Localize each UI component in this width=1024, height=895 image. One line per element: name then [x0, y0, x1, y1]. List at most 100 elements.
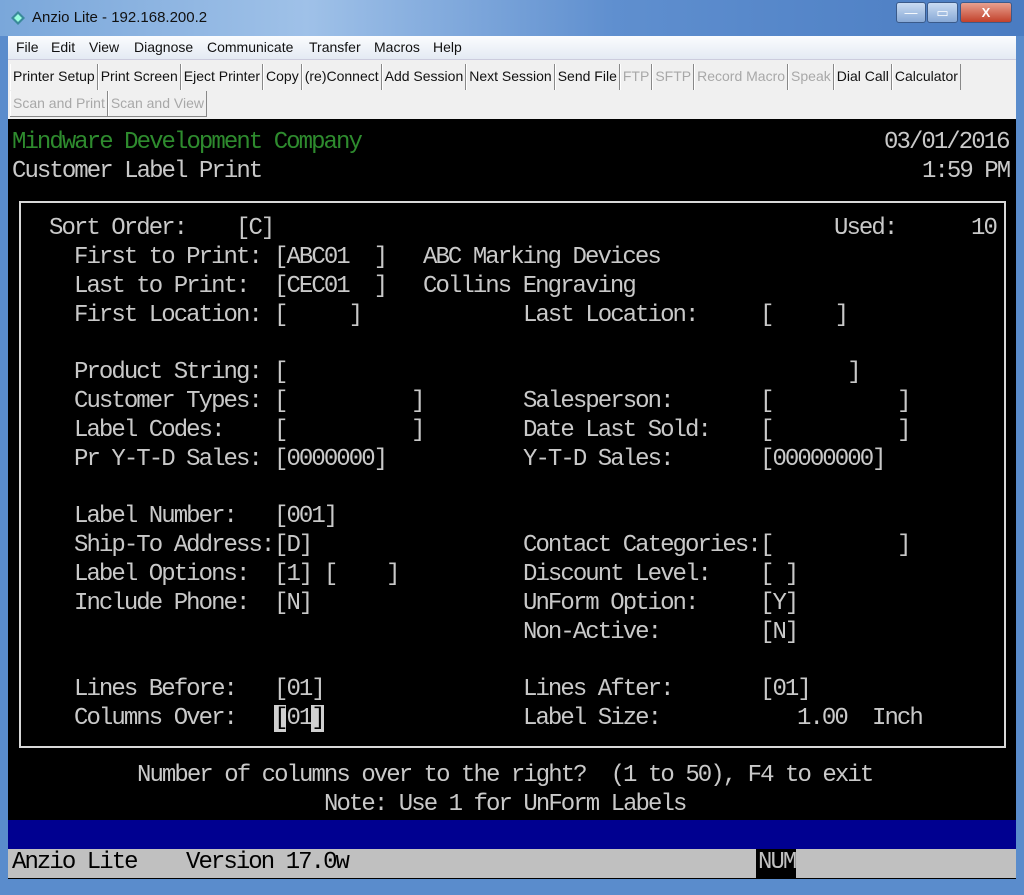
menu-help[interactable]: Help	[433, 39, 462, 55]
toolbar-print-screen-button[interactable]: Print Screen	[97, 64, 181, 90]
toolbar-row-1: Printer Setup Print Screen Eject Printer Co…	[10, 64, 961, 90]
unform-option-field[interactable]: [Y]	[760, 590, 799, 619]
toolbar-add-session-button[interactable]: Add Session	[381, 64, 467, 90]
toolbar-scan-and-print-button: Scan and Print	[10, 91, 108, 116]
toolbar-dial-call-button[interactable]: Dial Call	[833, 64, 892, 90]
discount-level-field[interactable]: [ ]	[760, 561, 799, 590]
toolbar: Printer Setup Print Screen Eject Printer Co…	[8, 60, 1016, 119]
ship-to-address-field[interactable]: [D]	[274, 532, 313, 561]
first-customer-name: ABC Marking Devices	[423, 244, 662, 271]
toolbar-calculator-button[interactable]: Calculator	[891, 64, 961, 90]
maximize-button[interactable]: ▭	[927, 2, 958, 23]
num-lock-indicator: NUM	[756, 849, 797, 878]
columns-over-label: Columns Over:	[74, 705, 238, 732]
last-location-label: Last Location:	[523, 302, 699, 329]
window-title: Anzio Lite - 192.168.200.2	[32, 9, 208, 26]
toolbar-printer-setup-button[interactable]: Printer Setup	[10, 64, 98, 90]
menu-edit[interactable]: Edit	[51, 39, 75, 55]
product-string-field[interactable]: [ ]	[274, 359, 862, 388]
include-phone-label: Include Phone:	[74, 590, 250, 617]
ship-to-address-label: Ship-To Address:	[74, 532, 275, 559]
product-string-label: Product String:	[74, 359, 263, 386]
pr-ytd-sales-label: Pr Y-T-D Sales:	[74, 446, 263, 473]
toolbar-row-2: Scan and Print Scan and View	[10, 91, 207, 117]
num-lock-text: NUM	[758, 849, 797, 876]
date-last-sold-field[interactable]: [ ]	[760, 417, 911, 446]
status-version: Version 17.0w	[186, 849, 350, 876]
title-bar: Anzio Lite - 192.168.200.2 — ▭ X	[0, 0, 1024, 36]
unform-option-label: UnForm Option:	[523, 590, 699, 617]
first-to-print-label: First to Print:	[74, 244, 263, 271]
used-value: 10	[971, 215, 998, 242]
used-label: Used:	[834, 215, 898, 242]
close-button[interactable]: X	[960, 2, 1012, 23]
salesperson-label: Salesperson:	[523, 388, 674, 415]
label-options-label: Label Options:	[74, 561, 250, 588]
lines-after-field[interactable]: [01]	[760, 676, 812, 705]
ytd-sales-field[interactable]: [00000000]	[760, 446, 887, 475]
contact-categories-field[interactable]: [ ]	[760, 532, 911, 561]
first-to-print-field[interactable]: [ABC01 ]	[274, 244, 388, 273]
include-phone-field[interactable]: [N]	[274, 590, 313, 619]
lines-before-label: Lines Before:	[74, 676, 238, 703]
discount-level-label: Discount Level:	[523, 561, 712, 588]
label-codes-label: Label Codes:	[74, 417, 225, 444]
label-size-label: Label Size:	[523, 705, 662, 732]
last-to-print-label: Last to Print:	[74, 273, 250, 300]
status-app-name: Anzio Lite	[12, 849, 139, 876]
label-options-field[interactable]: [1] [ ]	[274, 561, 401, 590]
menu-file[interactable]: File	[16, 39, 39, 55]
field-close-bracket: ]	[311, 705, 326, 732]
menu-bar: File Edit View Diagnose Communicate Tran…	[8, 36, 1016, 60]
toolbar-sftp-button: SFTP	[652, 64, 695, 90]
anzio-app-icon	[11, 11, 25, 25]
menu-communicate[interactable]: Communicate	[207, 39, 293, 55]
toolbar-record-macro-button: Record Macro	[694, 64, 789, 90]
lines-before-field[interactable]: [01]	[274, 676, 326, 705]
date-last-sold-label: Date Last Sold:	[523, 417, 712, 444]
last-customer-name: Collins Engraving	[423, 273, 637, 300]
first-location-field[interactable]: [ ]	[274, 302, 363, 331]
toolbar-send-file-button[interactable]: Send File	[554, 64, 620, 90]
columns-over-field[interactable]: [01]	[274, 705, 326, 734]
columns-over-value: 01	[286, 705, 313, 732]
function-key-bar	[8, 820, 1016, 849]
company-name: Mindware Development Company	[12, 129, 363, 156]
menu-transfer[interactable]: Transfer	[309, 39, 361, 55]
menu-diagnose[interactable]: Diagnose	[134, 39, 193, 55]
toolbar-copy-button[interactable]: Copy	[263, 64, 302, 90]
ytd-sales-label: Y-T-D Sales:	[523, 446, 674, 473]
last-to-print-field[interactable]: [CEC01 ]	[274, 273, 388, 302]
toolbar-re-connect-button[interactable]: (re)Connect	[301, 64, 382, 90]
label-size-value: 1.00	[797, 705, 849, 732]
toolbar-ftp-button: FTP	[619, 64, 653, 90]
first-location-label: First Location:	[74, 302, 263, 329]
prompt-message: Number of columns over to the right? (1 …	[137, 762, 874, 789]
text-cursor: [	[274, 705, 288, 732]
terminal-screen[interactable]: Mindware Development Company 03/01/2016 …	[8, 119, 1016, 879]
label-number-field[interactable]: [001]	[274, 503, 338, 532]
toolbar-speak-button: Speak	[788, 64, 834, 90]
menu-view[interactable]: View	[89, 39, 119, 55]
toolbar-eject-printer-button[interactable]: Eject Printer	[180, 64, 264, 90]
salesperson-field[interactable]: [ ]	[760, 388, 911, 417]
screen-title: Customer Label Print	[12, 158, 263, 185]
label-codes-field[interactable]: [ ]	[274, 417, 425, 446]
label-size-unit: Inch	[872, 705, 924, 732]
label-number-label: Label Number:	[74, 503, 238, 530]
toolbar-next-session-button[interactable]: Next Session	[466, 64, 555, 90]
menu-macros[interactable]: Macros	[374, 39, 420, 55]
minimize-button[interactable]: —	[896, 2, 926, 23]
note-message: Note: Use 1 for UnForm Labels	[324, 791, 687, 818]
customer-types-label: Customer Types:	[74, 388, 263, 415]
toolbar-scan-and-view-button: Scan and View	[107, 91, 207, 116]
customer-types-field[interactable]: [ ]	[274, 388, 425, 417]
lines-after-label: Lines After:	[523, 676, 674, 703]
last-location-field[interactable]: [ ]	[760, 302, 849, 331]
sort-order-field[interactable]: [C]	[236, 215, 275, 244]
date: 03/01/2016	[884, 129, 1011, 156]
status-bar: Anzio Lite Version 17.0w NUM	[8, 849, 1016, 878]
time: 1:59 PM	[922, 158, 1011, 185]
pr-ytd-sales-field[interactable]: [0000000]	[274, 446, 388, 475]
non-active-field[interactable]: [N]	[760, 619, 799, 648]
